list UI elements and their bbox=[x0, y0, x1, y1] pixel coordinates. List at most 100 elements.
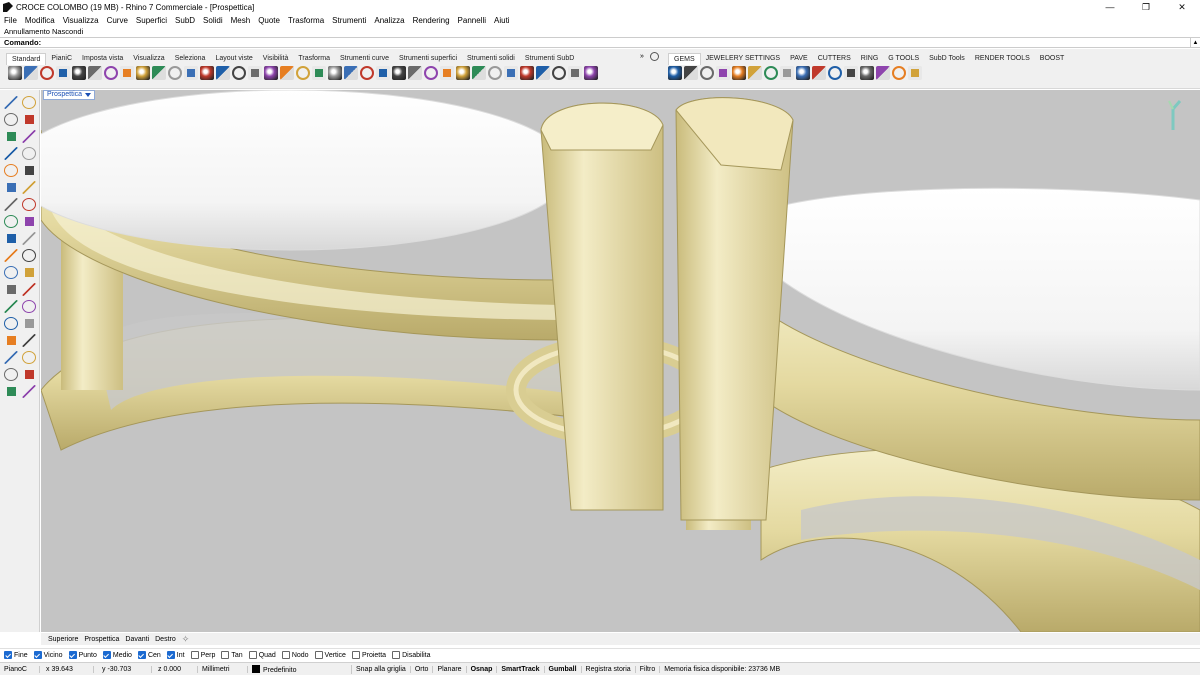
palette-tool-icon[interactable] bbox=[4, 368, 18, 381]
osnap-checkbox[interactable] bbox=[351, 651, 360, 659]
palette-tool-icon[interactable] bbox=[4, 283, 18, 296]
menu-modifica[interactable]: Modifica bbox=[21, 16, 59, 25]
standard-tool-icon[interactable] bbox=[520, 66, 534, 80]
tab-ring[interactable]: RING bbox=[856, 53, 884, 65]
status-ortho[interactable]: Orto bbox=[411, 665, 434, 673]
osnap-checkbox[interactable] bbox=[137, 651, 146, 659]
status-layer[interactable]: Predefinito bbox=[248, 664, 352, 674]
status-units[interactable]: Millimetri bbox=[198, 665, 248, 673]
standard-tool-icon[interactable] bbox=[568, 66, 582, 80]
tab-strumenti-curve[interactable]: Strumenti curve bbox=[335, 53, 394, 65]
standard-tool-icon[interactable] bbox=[8, 66, 22, 80]
standard-tool-icon[interactable] bbox=[264, 66, 278, 80]
standard-tool-icon[interactable] bbox=[424, 66, 438, 80]
osnap-disabilita[interactable]: Disabilita bbox=[392, 651, 430, 659]
palette-tool-icon[interactable] bbox=[22, 164, 36, 177]
osnap-checkbox[interactable] bbox=[248, 651, 257, 659]
tab-trasforma[interactable]: Trasforma bbox=[293, 53, 335, 65]
tab-superiore[interactable]: Superiore bbox=[45, 636, 81, 643]
palette-tool-icon[interactable] bbox=[22, 232, 36, 245]
palette-tool-icon[interactable] bbox=[22, 351, 36, 364]
tab-strumenti-subd[interactable]: Strumenti SubD bbox=[520, 53, 579, 65]
osnap-checkbox[interactable] bbox=[392, 651, 401, 659]
gear-icon[interactable] bbox=[650, 52, 659, 61]
standard-tool-icon[interactable] bbox=[440, 66, 454, 80]
jewelry-tool-icon[interactable] bbox=[812, 66, 826, 80]
palette-tool-icon[interactable] bbox=[22, 334, 36, 347]
menu-curve[interactable]: Curve bbox=[103, 16, 132, 25]
tab-cutters[interactable]: CUTTERS bbox=[813, 53, 856, 65]
palette-tool-icon[interactable] bbox=[22, 96, 36, 109]
palette-tool-icon[interactable] bbox=[4, 96, 18, 109]
standard-tool-icon[interactable] bbox=[488, 66, 502, 80]
standard-tool-icon[interactable] bbox=[584, 66, 598, 80]
osnap-checkbox[interactable] bbox=[33, 651, 42, 659]
tab-davanti[interactable]: Davanti bbox=[122, 636, 152, 643]
palette-tool-icon[interactable] bbox=[4, 147, 18, 160]
palette-tool-icon[interactable] bbox=[4, 317, 18, 330]
standard-tool-icon[interactable] bbox=[168, 66, 182, 80]
tab-boost[interactable]: BOOST bbox=[1035, 53, 1070, 65]
jewelry-tool-icon[interactable] bbox=[780, 66, 794, 80]
jewelry-tool-icon[interactable] bbox=[828, 66, 842, 80]
standard-tool-icon[interactable] bbox=[216, 66, 230, 80]
standard-tool-icon[interactable] bbox=[152, 66, 166, 80]
status-grid-snap[interactable]: Snap alla griglia bbox=[352, 665, 411, 673]
standard-tool-icon[interactable] bbox=[88, 66, 102, 80]
osnap-int[interactable]: Int bbox=[166, 651, 185, 659]
osnap-vicino[interactable]: Vicino bbox=[33, 651, 63, 659]
tab-subd-tools[interactable]: SubD Tools bbox=[924, 53, 970, 65]
minimize-button[interactable]: — bbox=[1092, 0, 1128, 14]
osnap-checkbox[interactable] bbox=[281, 651, 290, 659]
tab-gems[interactable]: GEMS bbox=[668, 53, 701, 65]
palette-tool-icon[interactable] bbox=[22, 215, 36, 228]
more-tabs-button[interactable]: » bbox=[640, 53, 644, 60]
osnap-checkbox[interactable] bbox=[102, 651, 111, 659]
standard-tool-icon[interactable] bbox=[56, 66, 70, 80]
tab-visibilita[interactable]: Visibilità bbox=[258, 53, 294, 65]
status-smarttrack[interactable]: SmartTrack bbox=[497, 665, 545, 673]
palette-tool-icon[interactable] bbox=[4, 249, 18, 262]
standard-tool-icon[interactable] bbox=[472, 66, 486, 80]
standard-tool-icon[interactable] bbox=[312, 66, 326, 80]
standard-tool-icon[interactable] bbox=[296, 66, 310, 80]
menu-file[interactable]: File bbox=[0, 16, 21, 25]
command-input[interactable] bbox=[43, 38, 1190, 47]
tab-seleziona[interactable]: Seleziona bbox=[170, 53, 211, 65]
tab-visualizza[interactable]: Visualizza bbox=[128, 53, 169, 65]
palette-tool-icon[interactable] bbox=[4, 181, 18, 194]
menu-aiuti[interactable]: Aiuti bbox=[490, 16, 514, 25]
jewelry-tool-icon[interactable] bbox=[668, 66, 682, 80]
tab-g-tools[interactable]: G TOOLS bbox=[883, 53, 924, 65]
palette-tool-icon[interactable] bbox=[22, 283, 36, 296]
jewelry-tool-icon[interactable] bbox=[876, 66, 890, 80]
palette-tool-icon[interactable] bbox=[4, 351, 18, 364]
palette-tool-icon[interactable] bbox=[22, 385, 36, 398]
tab-standard[interactable]: Standard bbox=[6, 53, 47, 65]
standard-tool-icon[interactable] bbox=[360, 66, 374, 80]
menu-mesh[interactable]: Mesh bbox=[227, 16, 255, 25]
standard-tool-icon[interactable] bbox=[200, 66, 214, 80]
standard-tool-icon[interactable] bbox=[184, 66, 198, 80]
palette-tool-icon[interactable] bbox=[4, 334, 18, 347]
palette-tool-icon[interactable] bbox=[22, 181, 36, 194]
tab-destro[interactable]: Destro bbox=[152, 636, 179, 643]
osnap-checkbox[interactable] bbox=[190, 651, 199, 659]
viewport-perspective[interactable]: Prospettica bbox=[41, 90, 1200, 632]
osnap-punto[interactable]: Punto bbox=[68, 651, 97, 659]
menu-quote[interactable]: Quote bbox=[254, 16, 284, 25]
palette-tool-icon[interactable] bbox=[22, 266, 36, 279]
standard-tool-icon[interactable] bbox=[136, 66, 150, 80]
menu-analizza[interactable]: Analizza bbox=[370, 16, 408, 25]
standard-tool-icon[interactable] bbox=[456, 66, 470, 80]
status-gumball[interactable]: Gumball bbox=[545, 665, 582, 673]
tab-pave[interactable]: PAVE bbox=[785, 53, 813, 65]
status-record-history[interactable]: Registra storia bbox=[582, 665, 636, 673]
standard-tool-icon[interactable] bbox=[72, 66, 86, 80]
palette-tool-icon[interactable] bbox=[22, 317, 36, 330]
tab-jewelery-settings[interactable]: JEWELERY SETTINGS bbox=[701, 53, 785, 65]
osnap-fine[interactable]: Fine bbox=[4, 651, 28, 659]
jewelry-tool-icon[interactable] bbox=[764, 66, 778, 80]
status-filter[interactable]: Filtro bbox=[636, 665, 661, 673]
osnap-checkbox[interactable] bbox=[4, 651, 12, 659]
